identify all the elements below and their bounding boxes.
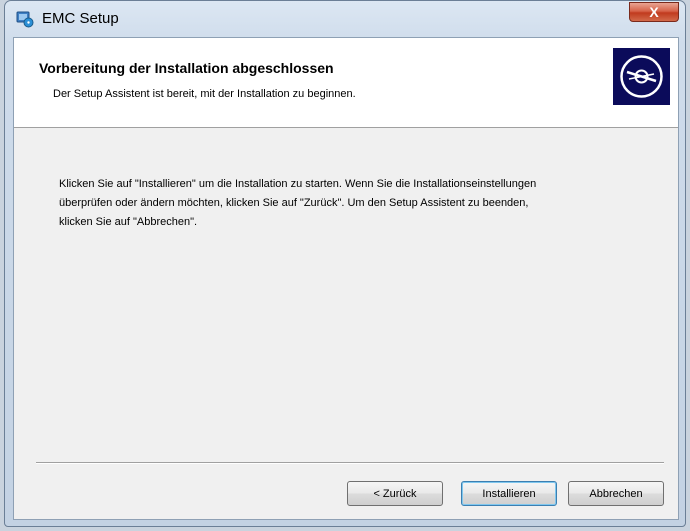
back-button[interactable]: < Zurück xyxy=(347,481,443,506)
window-title: EMC Setup xyxy=(42,10,119,27)
instructions-text: Klicken Sie auf "Installieren" um die In… xyxy=(59,175,659,232)
button-separator xyxy=(36,462,664,464)
close-button[interactable]: X xyxy=(629,2,679,22)
instructions-line: Klicken Sie auf "Installieren" um die In… xyxy=(59,178,537,190)
dialog-client-area: Vorbereitung der Installation abgeschlos… xyxy=(13,37,679,520)
header-banner: Vorbereitung der Installation abgeschlos… xyxy=(14,38,678,128)
install-button[interactable]: Installieren xyxy=(461,481,557,506)
page-subtitle: Der Setup Assistent ist bereit, mit der … xyxy=(53,88,356,100)
title-bar[interactable]: EMC Setup X xyxy=(5,1,685,37)
instructions-line: überprüfen oder ändern möchten, klicken … xyxy=(59,197,529,209)
cancel-button[interactable]: Abbrechen xyxy=(568,481,664,506)
instructions-line: klicken Sie auf "Abbrechen". xyxy=(59,216,198,228)
page-title: Vorbereitung der Installation abgeschlos… xyxy=(39,60,334,76)
setup-window: EMC Setup X Vorbereitung der Installatio… xyxy=(4,0,686,527)
installer-icon xyxy=(16,10,34,28)
disc-icon xyxy=(613,48,670,105)
close-icon: X xyxy=(649,4,659,20)
